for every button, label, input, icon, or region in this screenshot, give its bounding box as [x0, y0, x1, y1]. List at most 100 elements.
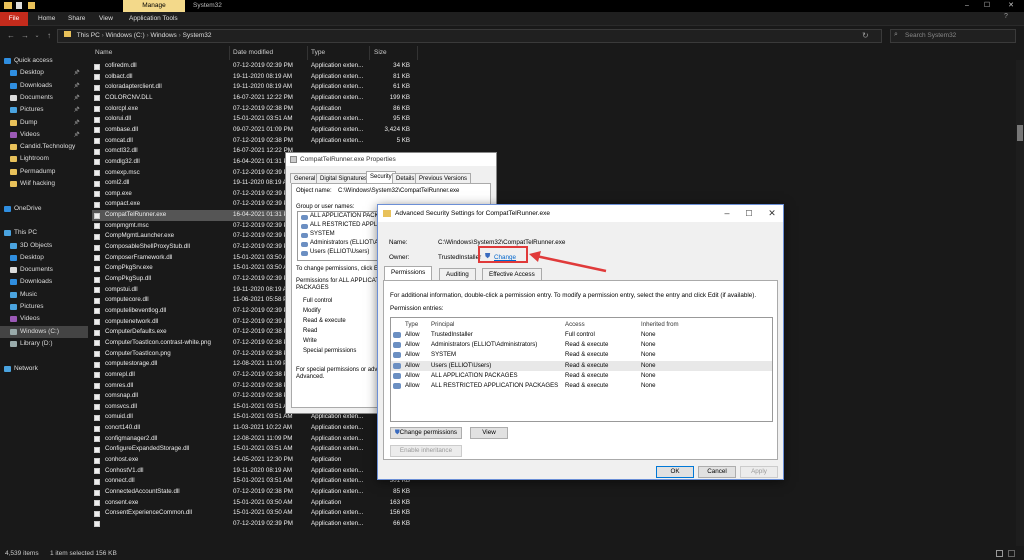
- cancel-button[interactable]: Cancel: [698, 466, 736, 478]
- sidebar-item-downloads[interactable]: Downloads: [0, 276, 88, 289]
- ok-button[interactable]: OK: [656, 466, 694, 478]
- file-row[interactable]: configmanager2.dll 12-08-2021 11:09 PM App…: [92, 434, 417, 445]
- search-input[interactable]: Search System32: [890, 29, 1016, 43]
- tab-share[interactable]: Share: [68, 12, 85, 26]
- sidebar-item-videos[interactable]: Videos 📌: [0, 129, 88, 142]
- manage-tab[interactable]: Manage: [123, 0, 185, 12]
- refresh-icon[interactable]: ↻: [862, 29, 869, 43]
- tab-permissions[interactable]: Permissions: [384, 266, 433, 280]
- column-size[interactable]: Size: [374, 48, 387, 58]
- change-permissions-button[interactable]: ⛊Change permissions: [390, 427, 462, 439]
- breadcrumb-windows-drive[interactable]: Windows (C:): [106, 32, 145, 39]
- column-divider[interactable]: [229, 46, 230, 60]
- new-folder-icon[interactable]: [28, 2, 35, 9]
- view-button[interactable]: View: [470, 427, 508, 439]
- tab-view[interactable]: View: [99, 12, 113, 26]
- column-name[interactable]: Name: [95, 48, 112, 58]
- file-row[interactable]: conhost.exe 14-05-2021 12:30 PM Applicatio…: [92, 455, 417, 466]
- properties-icon[interactable]: [16, 2, 22, 9]
- file-row[interactable]: ConnectedAccountState.dll 07-12-2019 02:3…: [92, 487, 417, 498]
- sidebar-item-wiif-hacking[interactable]: Wiif hacking: [0, 178, 88, 191]
- sidebar-item-library-d[interactable]: Library (D:): [0, 338, 88, 351]
- sidebar-item-downloads[interactable]: Downloads 📌: [0, 80, 88, 93]
- back-arrow-icon[interactable]: ←: [6, 29, 16, 43]
- scrollbar-thumb[interactable]: [1017, 125, 1023, 141]
- help-icon[interactable]: ?: [1004, 13, 1008, 20]
- sidebar-item-videos[interactable]: Videos: [0, 313, 88, 326]
- maximize-button[interactable]: ☐: [738, 205, 760, 222]
- details-view-icon[interactable]: [996, 550, 1003, 557]
- sidebar-item-quick-access[interactable]: Quick access: [0, 55, 88, 68]
- group-item[interactable]: ALL RESTRICTED APPLIC: [310, 222, 383, 228]
- file-row[interactable]: comcat.dll 07-12-2019 02:38 PM Application…: [92, 136, 417, 147]
- sidebar-item-windows-c[interactable]: Windows (C:): [0, 325, 88, 339]
- column-divider[interactable]: [369, 46, 370, 60]
- column-divider[interactable]: [417, 46, 418, 60]
- permission-entry-row[interactable]: Allow ALL APPLICATION PACKAGES Read & exec…: [391, 371, 772, 381]
- group-item[interactable]: Administrators (ELLIOT\Adr: [310, 240, 384, 246]
- file-row[interactable]: ConsentExperienceCommon.dll 15-01-2021 03…: [92, 508, 417, 519]
- up-arrow-icon[interactable]: ↑: [44, 29, 54, 43]
- file-row[interactable]: combase.dll 09-07-2021 01:09 PM Applicatio…: [92, 125, 417, 136]
- file-row[interactable]: coloradapterclient.dll 19-11-2020 08:19 A…: [92, 82, 417, 93]
- sidebar-item-desktop[interactable]: Desktop 📌: [0, 67, 88, 80]
- tab-previous-versions[interactable]: Previous Versions: [415, 173, 472, 183]
- tab-application-tools[interactable]: Application Tools: [129, 12, 178, 26]
- file-row[interactable]: concrt140.dll 11-03-2021 10:22 AM Applicat…: [92, 423, 417, 434]
- sidebar-item-desktop[interactable]: Desktop: [0, 252, 88, 265]
- apply-button[interactable]: Apply: [740, 466, 778, 478]
- sidebar-item-documents[interactable]: Documents 📌: [0, 92, 88, 105]
- file-row[interactable]: connect.dll 15-01-2021 03:51 AM Applicatio…: [92, 476, 417, 487]
- column-divider[interactable]: [307, 46, 308, 60]
- breadcrumb-system32[interactable]: System32: [183, 32, 212, 39]
- permission-entry-row[interactable]: Allow SYSTEM Read & execute None: [391, 350, 772, 360]
- tab-digital-signatures[interactable]: Digital Signatures: [316, 173, 372, 183]
- file-row[interactable]: COLORCNV.DLL 16-07-2021 12:22 PM Applicati…: [92, 93, 417, 104]
- tab-auditing[interactable]: Auditing: [439, 268, 476, 280]
- sidebar-item-3d-objects[interactable]: 3D Objects: [0, 240, 88, 253]
- sidebar-item-this-pc[interactable]: This PC: [0, 227, 88, 240]
- close-button[interactable]: ✕: [761, 205, 783, 222]
- permission-entry-row[interactable]: Allow Users (ELLIOT\Users) Read & execute N…: [391, 360, 772, 371]
- tab-general[interactable]: General: [290, 173, 320, 183]
- permission-entry-row[interactable]: Allow ALL RESTRICTED APPLICATION PACKAGES…: [391, 381, 772, 391]
- address-bar[interactable]: This PC › Windows (C:) › Windows › Syste…: [57, 29, 882, 43]
- sidebar-item-permadump[interactable]: Permadump: [0, 166, 88, 179]
- enable-inheritance-button[interactable]: Enable inheritance: [390, 445, 462, 457]
- file-row[interactable]: comuid.dll 15-01-2021 03:51 AM Application…: [92, 412, 417, 423]
- tab-effective-access[interactable]: Effective Access: [482, 268, 542, 280]
- file-row[interactable]: 07-12-2019 02:39 PM Application exten... 6…: [92, 519, 417, 530]
- sidebar-item-music[interactable]: Music: [0, 289, 88, 302]
- group-item[interactable]: SYSTEM: [310, 231, 335, 237]
- tab-home[interactable]: Home: [38, 12, 55, 26]
- column-type[interactable]: Type: [311, 48, 325, 58]
- minimize-button[interactable]: –: [958, 0, 976, 12]
- breadcrumb-this-pc[interactable]: This PC: [77, 32, 100, 39]
- forward-arrow-icon[interactable]: →: [20, 29, 30, 43]
- group-item[interactable]: Users (ELLIOT\Users): [310, 249, 369, 255]
- permission-entries-table[interactable]: Type Principal Access Inherited from All…: [390, 317, 773, 422]
- sidebar-item-dump[interactable]: Dump 📌: [0, 117, 88, 130]
- file-row[interactable]: ConhostV1.dll 19-11-2020 08:19 AM Applicat…: [92, 466, 417, 477]
- column-date-modified[interactable]: Date modified: [233, 48, 273, 58]
- sidebar-item-candid-technology[interactable]: Candid.Technology: [0, 141, 88, 154]
- minimize-button[interactable]: –: [716, 205, 738, 222]
- permission-entry-row[interactable]: Allow TrustedInstaller Full control None: [391, 330, 772, 340]
- file-row[interactable]: cofiredm.dll 07-12-2019 02:39 PM Applicati…: [92, 61, 417, 72]
- tiles-view-icon[interactable]: [1008, 550, 1015, 557]
- file-row[interactable]: colbact.dll 19-11-2020 08:19 AM Applicatio…: [92, 72, 417, 83]
- permission-entry-row[interactable]: Allow Administrators (ELLIOT\Administrato…: [391, 340, 772, 350]
- recent-chevron-icon[interactable]: ⌄: [32, 29, 42, 43]
- file-row[interactable]: ConfigureExpandedStorage.dll 15-01-2021 0…: [92, 444, 417, 455]
- sidebar-item-documents[interactable]: Documents: [0, 264, 88, 277]
- maximize-button[interactable]: ☐: [978, 0, 996, 12]
- breadcrumb-windows[interactable]: Windows: [150, 32, 176, 39]
- sidebar-item-lightroom[interactable]: Lightroom: [0, 153, 88, 166]
- file-row[interactable]: consent.exe 15-01-2021 03:50 AM Applicatio…: [92, 498, 417, 509]
- close-button[interactable]: ✕: [1002, 0, 1020, 12]
- sidebar-item-pictures[interactable]: Pictures 📌: [0, 104, 88, 117]
- sidebar-item-pictures[interactable]: Pictures: [0, 301, 88, 314]
- sidebar-item-network[interactable]: Network: [0, 363, 88, 376]
- group-item[interactable]: ALL APPLICATION PACKA: [310, 213, 383, 219]
- file-row[interactable]: colorui.dll 15-01-2021 03:51 AM Applicatio…: [92, 114, 417, 125]
